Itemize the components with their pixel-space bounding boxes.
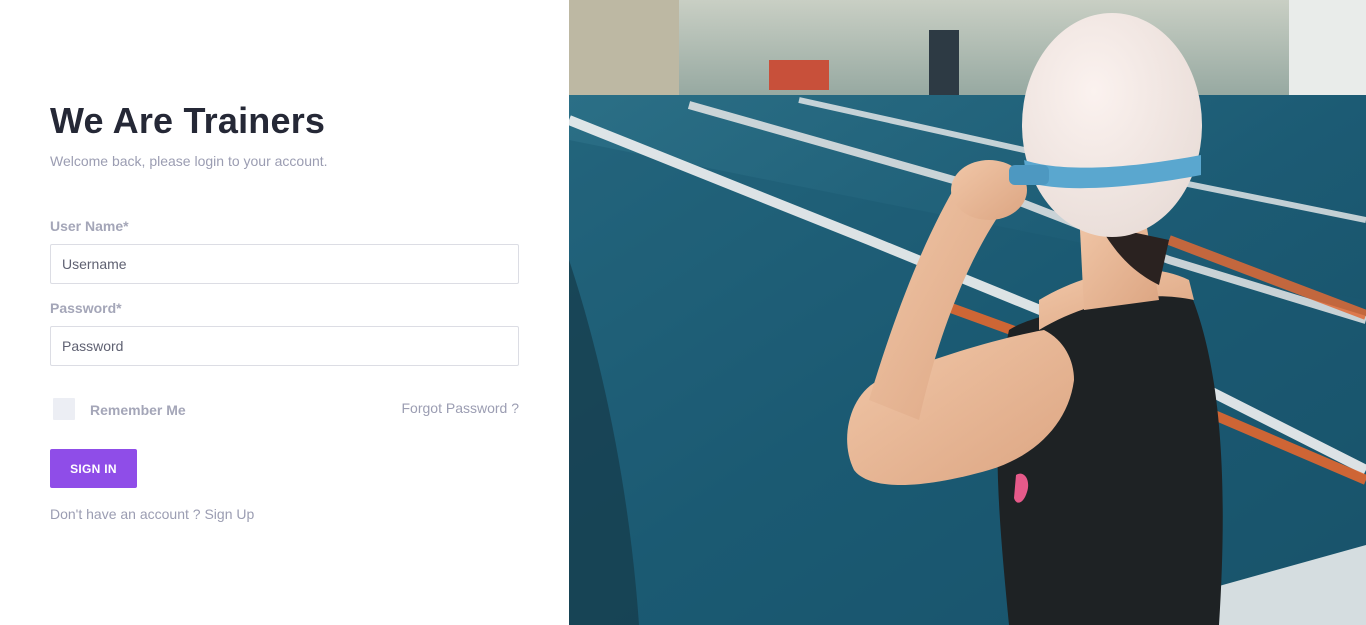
remember-me-checkbox[interactable]: [53, 398, 75, 420]
forgot-password-link[interactable]: Forgot Password ?: [402, 399, 520, 417]
username-input[interactable]: [50, 244, 519, 284]
remember-me-label: Remember Me: [90, 402, 186, 418]
password-label: Password*: [50, 300, 122, 316]
sign-in-button[interactable]: SIGN IN: [50, 449, 137, 488]
welcome-subtitle: Welcome back, please login to your accou…: [50, 153, 328, 169]
login-panel: We Are Trainers Welcome back, please log…: [0, 0, 569, 625]
no-account-text: Don't have an account ?: [50, 506, 201, 522]
page-title: We Are Trainers: [50, 100, 326, 141]
username-label: User Name*: [50, 218, 129, 234]
swimmer-photo-illustration: [569, 0, 1366, 625]
signup-prompt: Don't have an account ? Sign Up: [50, 505, 254, 523]
sign-up-link[interactable]: Sign Up: [204, 506, 254, 522]
password-input[interactable]: [50, 326, 519, 366]
hero-image: [569, 0, 1366, 625]
login-page: We Are Trainers Welcome back, please log…: [0, 0, 1366, 625]
